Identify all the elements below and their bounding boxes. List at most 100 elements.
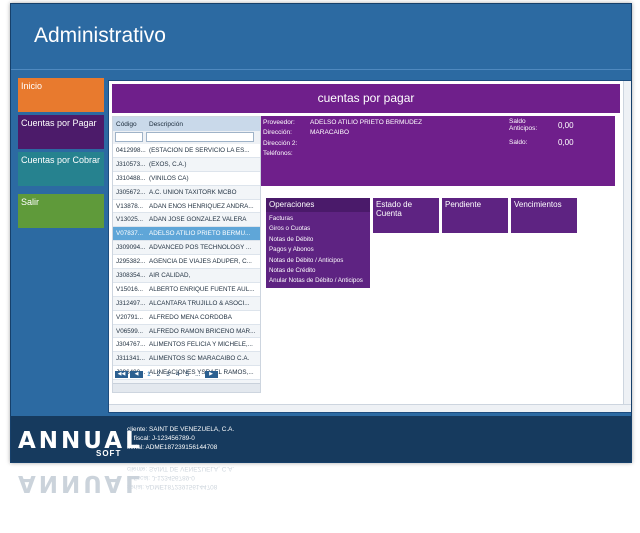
row-description: (VINILOS CA): [149, 174, 189, 182]
row-description: ALFREDO MENA CORDOBA: [149, 313, 232, 321]
row-code: J311341...: [116, 355, 145, 363]
table-row[interactable]: J295382... AGENCIA DE VIAJES ADUPER, C...: [113, 255, 260, 270]
row-description: ALCANTARA TRUJILLO & ASOCI...: [149, 299, 250, 307]
footer: ANNUAL SOFT cliente: SAINT DE VENEZUELA,…: [11, 416, 631, 462]
page-number[interactable]: 5: [184, 371, 192, 378]
list-rows: 0412998... (ESTACION DE SERVICIO LA ES...…: [113, 144, 260, 392]
op-anular-notas-debito[interactable]: Anular Notas de Débito / Anticipos: [266, 276, 370, 286]
page-number[interactable]: 3: [164, 371, 172, 378]
filter-row: [113, 131, 260, 144]
nav-salir[interactable]: Salir: [18, 194, 104, 228]
direccion-value: MARACAIBO: [310, 129, 350, 136]
row-code: J312497...: [116, 299, 146, 307]
operations-menu: Operaciones Facturas Giros o Cuotas Nota…: [266, 198, 370, 288]
list-horizontal-scrollbar[interactable]: [113, 383, 260, 392]
table-row[interactable]: V07837... ADELSO ATILIO PRIETO BERMU...: [113, 227, 260, 242]
list-header: Código Descripción: [113, 117, 260, 131]
table-row[interactable]: J311341... ALIMENTOS SC MARACAIBO C.A.: [113, 352, 260, 367]
row-code: V20791...: [116, 313, 143, 321]
filter-description-input[interactable]: [146, 132, 254, 142]
table-row[interactable]: J310488... (VINILOS CA): [113, 171, 260, 186]
table-row[interactable]: J309094... ADVANCED POS TECHNOLOGY ...: [113, 241, 260, 256]
row-code: J310573...: [116, 160, 146, 168]
client-info: cliente: SAINT DE VENEZUELA, C.A. id fis…: [127, 425, 234, 452]
fiscal-id: id fiscal: J-123456789-0: [127, 435, 195, 442]
row-description: ALBERTO ENRIQUE FUENTE AUL...: [149, 285, 255, 293]
prev-page-icon[interactable]: ◀: [130, 371, 143, 378]
table-row[interactable]: J308354... AIR CALIDAD,: [113, 269, 260, 283]
direccion2-label: Dirección 2:: [263, 140, 298, 147]
row-description: ADVANCED POS TECHNOLOGY ...: [149, 244, 252, 252]
row-description: ALIMENTOS SC MARACAIBO C.A.: [149, 355, 250, 363]
row-code: J295382...: [116, 258, 146, 266]
op-giros-cuotas[interactable]: Giros o Cuotas: [266, 224, 370, 234]
page-number[interactable]: 4: [174, 371, 182, 378]
tab-pendiente[interactable]: Pendiente: [442, 198, 508, 233]
op-pagos-abonos[interactable]: Pagos y Abonos: [266, 245, 370, 255]
row-description: ALFREDO RAMON BRICEÑO MAR...: [149, 327, 256, 335]
row-code: V07837...: [116, 230, 143, 238]
reflection-text: serial: ADME187239156144708 id fiscal: J…: [127, 464, 234, 491]
reflection-serial: serial: ADME187239156144708: [127, 483, 218, 490]
row-description: AIR CALIDAD,: [149, 271, 191, 279]
row-code: 0412998...: [116, 146, 146, 154]
row-code: J304767...: [116, 341, 146, 349]
row-description: (EXOS, C.A.): [149, 160, 187, 168]
supplier-list: Código Descripción 0412998... (ESTACION D…: [112, 116, 261, 393]
nav-cuentas-por-pagar[interactable]: Cuentas por Pagar: [18, 115, 104, 149]
filter-code-input[interactable]: [115, 132, 143, 142]
op-notas-debito[interactable]: Notas de Débito: [266, 235, 370, 245]
op-notas-credito[interactable]: Notas de Crédito: [266, 266, 370, 276]
page-ellipsis[interactable]: ...: [193, 371, 202, 378]
reflection-logo: ANNUAL: [18, 470, 143, 496]
tab-vencimientos[interactable]: Vencimientos: [511, 198, 577, 233]
annual-logo: ANNUAL: [18, 428, 143, 454]
saldo-anticipos-value: 0,00: [558, 121, 574, 130]
page-number[interactable]: 1: [145, 371, 153, 378]
supplier-info-panel: Proveedor: ADELSO ATILIO PRIETO BERMUDEZ…: [261, 116, 615, 186]
row-description: ALIMENTOS FELICIA Y MICHELE,...: [149, 341, 253, 349]
serial-number: serial: ADME187239156144708: [127, 444, 218, 451]
table-row[interactable]: V13025... ADAN JOSE GONZALEZ VALERA: [113, 213, 260, 228]
table-row[interactable]: J310573... (EXOS, C.A.): [113, 157, 260, 172]
proveedor-value: ADELSO ATILIO PRIETO BERMUDEZ: [310, 119, 423, 126]
table-row[interactable]: V06599... ALFREDO RAMON BRICEÑO MAR...: [113, 324, 260, 339]
row-code: J309094...: [116, 244, 146, 252]
row-code: J305672...: [116, 188, 146, 196]
column-header-description[interactable]: Descripción: [146, 121, 256, 128]
page-title: cuentas por pagar: [112, 84, 620, 113]
main-vertical-scrollbar[interactable]: [623, 81, 631, 404]
table-row[interactable]: J312497... ALCANTARA TRUJILLO & ASOCI...: [113, 296, 260, 311]
column-header-code[interactable]: Código: [113, 121, 146, 128]
table-row[interactable]: J304767... ALIMENTOS FELICIA Y MICHELE,..…: [113, 338, 260, 353]
page-number[interactable]: 2: [155, 371, 163, 378]
table-row[interactable]: 0412998... (ESTACION DE SERVICIO LA ES...: [113, 144, 260, 158]
row-description: ADELSO ATILIO PRIETO BERMU...: [149, 230, 251, 238]
row-description: (ESTACION DE SERVICIO LA ES...: [149, 146, 250, 154]
title-divider: [11, 69, 631, 70]
op-notas-debito-anticipos[interactable]: Notas de Débito / Anticipos: [266, 256, 370, 266]
table-row[interactable]: V15016... ALBERTO ENRIQUE FUENTE AUL...: [113, 282, 260, 297]
row-description: ADAN ENOS HENRIQUEZ ANDRA...: [149, 202, 254, 210]
app-window: Administrativo Inicio Cuentas por Pagar …: [10, 3, 632, 463]
table-row[interactable]: V13878... ADAN ENOS HENRIQUEZ ANDRA...: [113, 199, 260, 214]
proveedor-label: Proveedor:: [263, 119, 295, 126]
app-title: Administrativo: [34, 24, 166, 47]
nav-inicio[interactable]: Inicio: [18, 78, 104, 112]
operations-title: Operaciones: [266, 198, 370, 212]
nav-cuentas-por-cobrar[interactable]: Cuentas por Cobrar: [18, 152, 104, 186]
row-description: ADAN JOSE GONZALEZ VALERA: [149, 216, 247, 224]
first-page-icon[interactable]: ◀◀: [115, 371, 128, 378]
annual-logo-soft: SOFT: [96, 449, 122, 458]
row-code: V15016...: [116, 285, 143, 293]
row-code: V13878...: [116, 202, 143, 210]
op-facturas[interactable]: Facturas: [266, 214, 370, 224]
row-code: V06599...: [116, 327, 143, 335]
main-horizontal-scrollbar[interactable]: [109, 404, 631, 412]
tab-estado-de-cuenta[interactable]: Estado de Cuenta: [373, 198, 439, 233]
pager: ◀◀ ◀ 1 2 3 4 5 ... ▶: [115, 371, 218, 378]
table-row[interactable]: J305672... A.C. UNION TAXITORK MCBO: [113, 185, 260, 200]
main-content: cuentas por pagar Código Descripción 041…: [108, 80, 631, 413]
table-row[interactable]: V20791... ALFREDO MENA CORDOBA: [113, 310, 260, 325]
next-page-icon[interactable]: ▶: [204, 371, 218, 378]
